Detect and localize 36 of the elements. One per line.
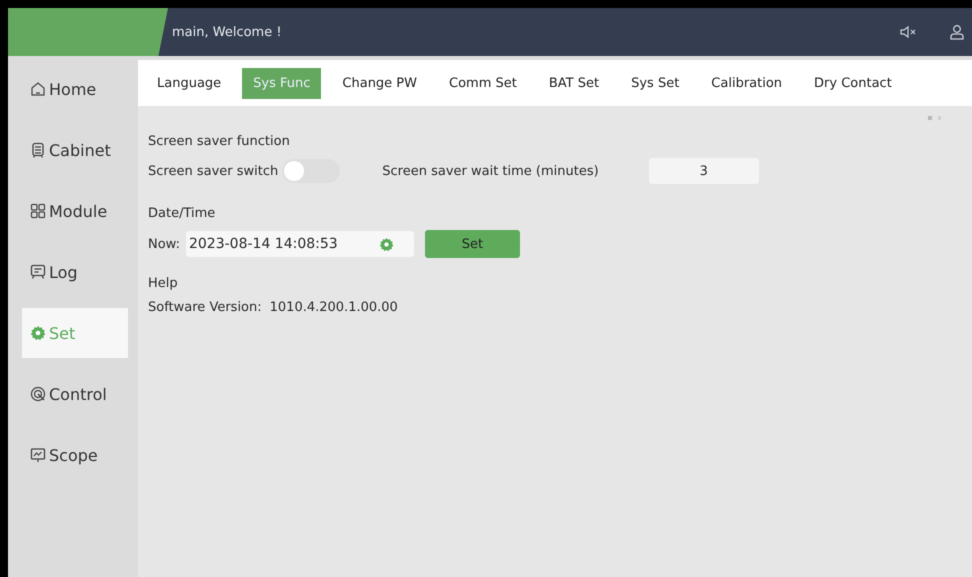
section-heading: Screen saver function xyxy=(148,134,291,149)
toggle-switch[interactable] xyxy=(282,159,340,183)
section-heading: Help xyxy=(148,276,179,291)
tab[interactable]: Calibration xyxy=(700,68,794,98)
input-field[interactable]: 3 xyxy=(648,158,759,184)
date-field[interactable]: 2023-08-14 14:08:53 xyxy=(186,231,414,257)
welcome-text: main, Welcome ! xyxy=(172,24,283,40)
page-indicator-icon xyxy=(928,116,942,121)
tab[interactable]: BAT Set xyxy=(538,68,610,98)
gear-icon[interactable] xyxy=(378,236,394,252)
tab[interactable]: Change PW xyxy=(331,68,428,98)
field-label: Now: xyxy=(148,236,180,252)
log-icon xyxy=(30,264,46,280)
tab[interactable]: Dry Contact xyxy=(803,68,903,98)
set-button[interactable]: Set xyxy=(424,230,520,258)
sidebar-item[interactable]: Log xyxy=(22,247,128,297)
field-label: Screen saver wait time (minutes) xyxy=(382,164,599,178)
sidebar-item[interactable]: Control xyxy=(22,369,128,419)
section-heading: Date/Time xyxy=(148,206,216,221)
tab[interactable]: Language xyxy=(146,68,232,98)
tab[interactable]: Comm Set xyxy=(438,68,528,98)
sidebar-item[interactable]: Module xyxy=(22,186,128,236)
speaker-icon[interactable] xyxy=(900,25,918,39)
cabinet-icon xyxy=(30,142,46,158)
switch-label: Screen saver switch xyxy=(148,164,278,178)
home-icon xyxy=(30,81,46,97)
version-label: Software Version: xyxy=(148,300,262,315)
sidebar-item[interactable]: Cabinet xyxy=(22,125,128,175)
gear-icon xyxy=(30,325,46,341)
module-icon xyxy=(30,203,46,219)
tab[interactable]: Sys Set xyxy=(620,68,690,98)
version-text: 1010.4.200.1.00.00 xyxy=(270,300,398,315)
sidebar-item[interactable]: Home xyxy=(22,64,128,114)
sidebar-item[interactable]: Scope xyxy=(22,430,128,480)
screen-icon xyxy=(30,447,46,463)
user-icon[interactable] xyxy=(950,24,964,40)
